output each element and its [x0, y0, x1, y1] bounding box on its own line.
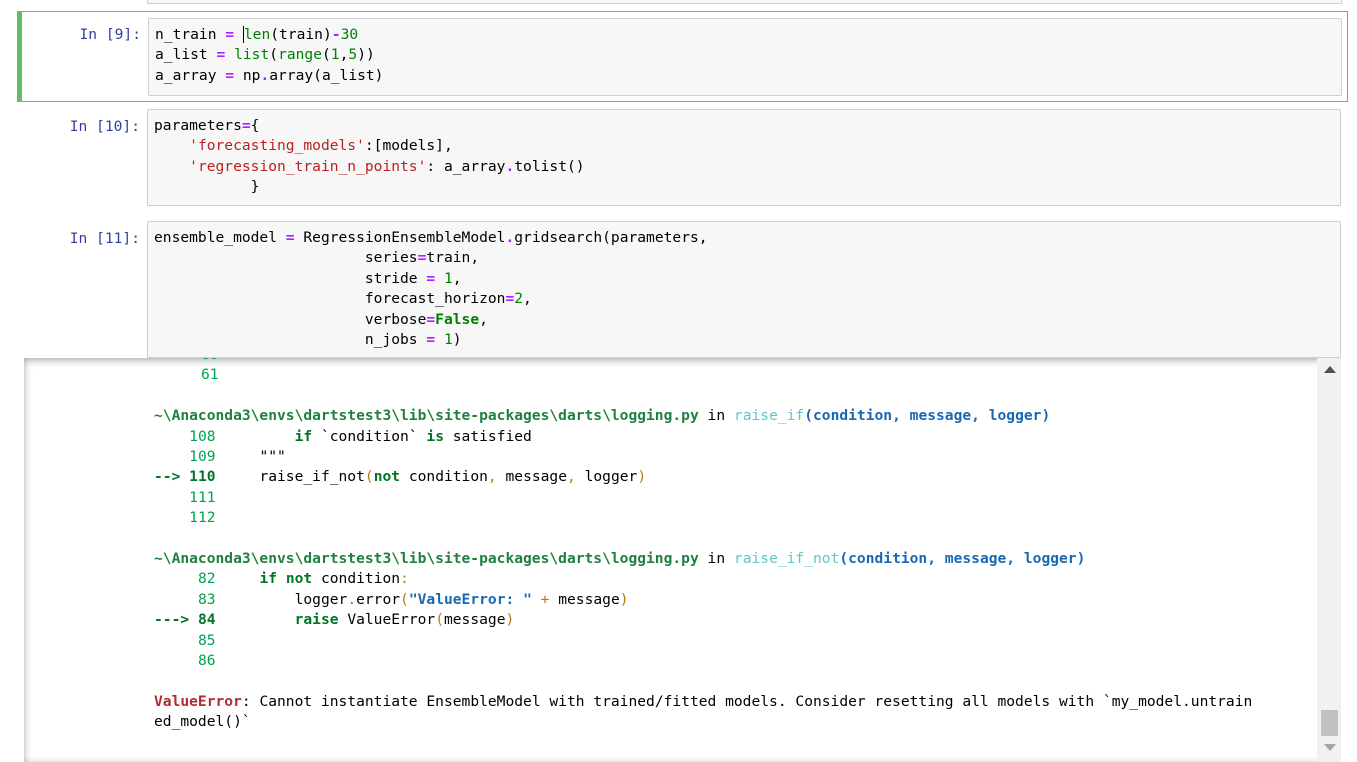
cell-input-area[interactable]: ensemble_model = RegressionEnsembleModel…: [147, 221, 1341, 358]
code-cell-9[interactable]: In [9]: n_train = len(train)-30 a_list =…: [17, 11, 1348, 102]
cell-prompt: In [9]:: [79, 26, 141, 43]
traceback-line: 111: [189, 488, 216, 506]
traceback-line: 112: [189, 509, 216, 527]
code-line: }: [154, 178, 260, 196]
code-line: stride = 1,: [154, 269, 462, 287]
cell-prompt: In [11]:: [69, 230, 140, 247]
traceback-line: 85: [197, 631, 216, 649]
traceback-frame-header: ~\Anaconda3\envs\dartstest3\lib\site-pac…: [154, 407, 1051, 425]
cell-prompt: In [10]:: [69, 118, 140, 135]
code-line: a_list = list(range(1,5)): [155, 46, 375, 64]
scroll-down-arrow-icon[interactable]: [1324, 744, 1336, 751]
code-text[interactable]: parameters={ 'forecasting_models':[model…: [154, 116, 585, 198]
code-cell-10[interactable]: In [10]: parameters={ 'forecasting_model…: [17, 104, 1348, 210]
traceback-frame-header: ~\Anaconda3\envs\dartstest3\lib\site-pac…: [154, 550, 1086, 568]
traceback-line: --> 110 raise_if_not(not condition, mess…: [154, 468, 647, 486]
code-line: n_train = len(train)-30: [155, 26, 359, 43]
code-cell-11[interactable]: In [11]: ensemble_model = RegressionEnse…: [17, 216, 1348, 358]
traceback-line: 82 if not condition:: [197, 570, 409, 588]
scroll-thumb[interactable]: [1321, 710, 1338, 736]
code-line: verbose=False,: [154, 310, 488, 328]
code-line: forecast_horizon=2,: [154, 290, 532, 308]
traceback-line: 109 """: [189, 448, 286, 466]
code-text[interactable]: ensemble_model = RegressionEnsembleModel…: [154, 228, 708, 350]
code-line: ensemble_model = RegressionEnsembleModel…: [154, 229, 708, 246]
code-text[interactable]: n_train = len(train)-30 a_list = list(ra…: [155, 25, 383, 86]
line-number: 60: [154, 358, 219, 363]
code-line: n_jobs = 1): [154, 331, 462, 349]
output-scrollbar[interactable]: [1317, 358, 1341, 762]
traceback-line: ---> 84 raise ValueError(message): [154, 611, 515, 629]
error-line: ValueError: Cannot instantiate EnsembleM…: [154, 692, 1253, 710]
scroll-up-arrow-icon[interactable]: [1324, 366, 1336, 373]
traceback-text: 60 61 ~\Anaconda3\envs\dartstest3\lib\si…: [154, 358, 1252, 733]
code-line: a_array = np.array(a_list): [155, 66, 384, 84]
code-line: 'forecasting_models':[models],: [189, 137, 453, 155]
traceback-line: 108 if `condition` is satisfied: [189, 427, 532, 445]
code-line: series=train,: [154, 249, 480, 267]
code-line: 'regression_train_n_points': a_array.tol…: [189, 157, 585, 175]
previous-cell-edge: [147, 0, 1342, 4]
traceback-line: 83 logger.error("ValueError: " + message…: [197, 590, 629, 608]
cell-input-area[interactable]: n_train = len(train)-30 a_list = list(ra…: [148, 18, 1342, 96]
traceback-line: 86: [197, 652, 216, 670]
cell-output-scroll-area[interactable]: 60 61 ~\Anaconda3\envs\dartstest3\lib\si…: [24, 358, 1341, 762]
line-number: 61: [201, 366, 219, 384]
code-line: parameters={: [154, 117, 260, 134]
cell-input-area[interactable]: parameters={ 'forecasting_models':[model…: [147, 109, 1341, 206]
error-line-continued: ed_model()`: [154, 713, 251, 731]
